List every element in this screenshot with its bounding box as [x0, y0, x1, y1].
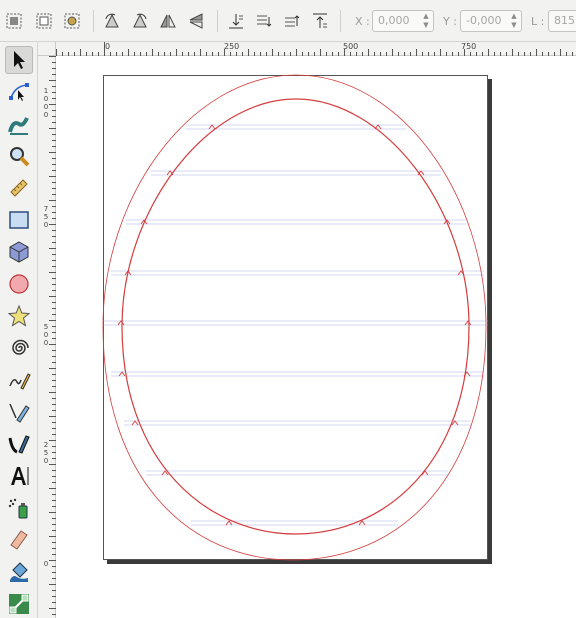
egg-drawing[interactable] — [56, 56, 576, 618]
vruler-digit: 0 — [43, 560, 49, 568]
pen-tool[interactable] — [5, 398, 33, 426]
toolbox — [0, 42, 38, 618]
star-tool[interactable] — [5, 302, 33, 330]
vruler-digit: 0 — [43, 103, 49, 111]
horizontal-ruler-ticks — [56, 42, 573, 56]
ruler-corner — [38, 42, 56, 56]
hruler-label-750: 750 — [461, 42, 477, 51]
vruler-digit: 0 — [43, 457, 49, 465]
flip-horizontal-icon[interactable] — [158, 11, 178, 31]
l-value: 815, — [554, 14, 576, 27]
vruler-digit: 0 — [43, 339, 49, 347]
raise-icon[interactable] — [282, 11, 302, 31]
segment-marker — [464, 320, 472, 326]
deselect-icon[interactable] — [62, 11, 82, 31]
text-icon — [11, 467, 29, 485]
y-spinner[interactable]: ▲ ▼ — [509, 12, 519, 30]
hruler-label-250: 250 — [224, 42, 240, 51]
guide-lines — [103, 124, 488, 526]
hruler-label-0: 0 — [105, 42, 111, 51]
rectangle-icon — [9, 211, 29, 229]
flip-vertical-icon[interactable] — [186, 11, 206, 31]
selector-tool[interactable] — [5, 46, 33, 74]
text-tool[interactable] — [5, 462, 33, 490]
paint-bucket-icon — [10, 562, 28, 582]
y-input[interactable]: -0,000 ▲ ▼ — [460, 10, 522, 32]
circle-tool[interactable] — [5, 270, 33, 298]
hruler-label-500: 500 — [343, 42, 359, 51]
vruler-digit: 5 — [43, 449, 49, 457]
segment-marker — [117, 320, 125, 326]
vruler-digit: 1 — [43, 87, 49, 95]
pen-icon — [9, 403, 30, 423]
x-input[interactable]: 0,000 ▲ ▼ — [372, 10, 434, 32]
connector-tool[interactable] — [5, 590, 33, 618]
rotate-ccw-icon[interactable] — [102, 11, 122, 31]
segment-marker — [118, 371, 126, 377]
x-label: X : — [355, 15, 370, 28]
eraser-tool[interactable] — [5, 526, 33, 554]
connector-icon — [9, 594, 29, 614]
select-all-icon[interactable] — [4, 11, 24, 31]
calligraphy-tool[interactable] — [5, 430, 33, 458]
spray-tool[interactable] — [5, 494, 33, 522]
outer-egg-outline[interactable] — [102, 74, 487, 561]
vruler-digit: 5 — [43, 323, 49, 331]
node-tool[interactable] — [5, 78, 33, 106]
vruler-digit: 0 — [43, 111, 49, 119]
star-icon — [7, 304, 31, 327]
y-label: Y : — [443, 15, 457, 28]
rectangle-tool[interactable] — [5, 206, 33, 234]
pencil-icon — [9, 373, 31, 390]
lower-to-bottom-icon[interactable] — [226, 11, 246, 31]
paint-bucket-tool[interactable] — [5, 558, 33, 586]
vertical-ruler[interactable]: 10007505002500 — [38, 56, 56, 618]
vruler-digit: 7 — [43, 205, 49, 213]
spray-icon — [8, 498, 28, 519]
y-value: -0,000 — [466, 14, 502, 27]
zoom-tool[interactable] — [5, 142, 33, 170]
selector-icon — [14, 51, 25, 69]
vruler-digit: 2 — [43, 441, 49, 449]
tool-controls-bar: X : 0,000 ▲▼ Y : -0,000 ▲▼ L : 815, — [0, 0, 576, 42]
segment-marker — [131, 420, 139, 426]
tweak-tool[interactable] — [5, 110, 33, 138]
vruler-digit: 0 — [43, 331, 49, 339]
segment-marker — [374, 124, 382, 130]
raise-to-top-icon[interactable] — [310, 11, 330, 31]
rotate-cw-icon[interactable] — [130, 11, 150, 31]
inner-egg-outline[interactable] — [121, 98, 470, 535]
segment-marker — [208, 124, 216, 130]
vruler-digit: 0 — [43, 95, 49, 103]
node-tool-icon — [9, 83, 29, 101]
drawing-canvas[interactable] — [56, 56, 576, 618]
select-all-layers-icon[interactable] — [34, 11, 54, 31]
vruler-digit: 5 — [43, 213, 49, 221]
vruler-digit: 0 — [43, 221, 49, 229]
segment-marker — [225, 520, 233, 526]
tweak-tool-icon — [8, 117, 29, 135]
pencil-tool[interactable] — [5, 366, 33, 394]
zoom-icon — [10, 147, 30, 167]
x-spinner[interactable]: ▲ ▼ — [421, 12, 431, 30]
spiral-tool[interactable] — [5, 334, 33, 362]
3d-box-tool[interactable] — [5, 238, 33, 266]
3d-box-icon — [9, 241, 29, 263]
measure-icon — [10, 179, 28, 197]
lower-icon[interactable] — [254, 11, 274, 31]
horizontal-ruler[interactable]: 0 250 500 750 — [56, 42, 576, 56]
l-input[interactable]: 815, — [548, 10, 576, 32]
measure-tool[interactable] — [5, 174, 33, 202]
spiral-icon — [12, 339, 29, 355]
circle-icon — [9, 274, 29, 294]
x-value: 0,000 — [378, 14, 410, 27]
eraser-icon — [10, 530, 28, 550]
calligraphy-icon — [8, 435, 30, 454]
l-label: L : — [531, 15, 545, 28]
